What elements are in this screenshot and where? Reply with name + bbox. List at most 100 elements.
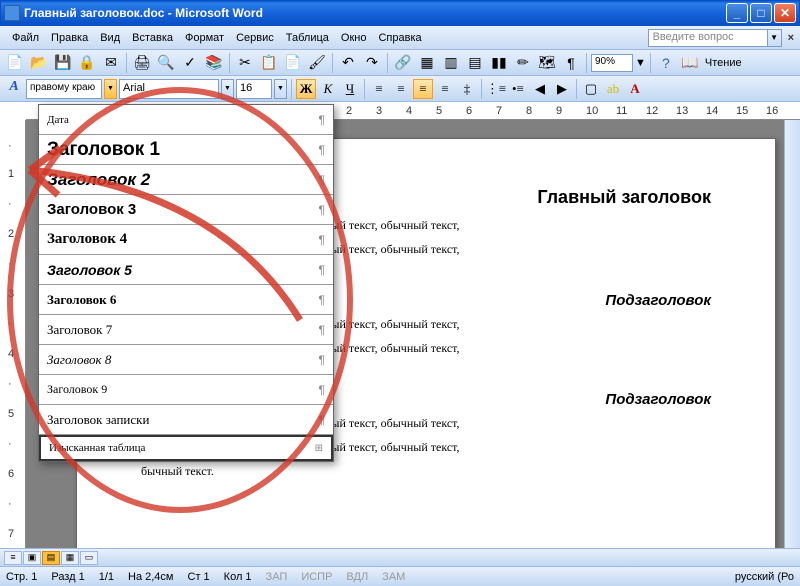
help-icon[interactable]: ? <box>655 52 677 74</box>
align-left-icon[interactable]: ≡ <box>369 79 389 99</box>
zoom-dropdown[interactable]: ▼ <box>635 57 646 69</box>
print-view-button[interactable]: ▤ <box>42 551 60 565</box>
status-track[interactable]: ИСПР <box>301 571 332 583</box>
redo-icon[interactable]: ↷ <box>361 52 383 74</box>
font-color-icon[interactable]: A <box>625 79 645 99</box>
web-view-button[interactable]: ▣ <box>23 551 41 565</box>
excel-icon[interactable]: ▤ <box>464 52 486 74</box>
columns-icon[interactable]: ▮▮ <box>488 52 510 74</box>
style-item-refined-table[interactable]: Изысканная таблица⊞ <box>39 435 333 461</box>
link-icon[interactable]: 🔗 <box>392 52 414 74</box>
align-center-icon[interactable]: ≡ <box>391 79 411 99</box>
menu-view[interactable]: Вид <box>94 29 126 47</box>
status-line: Ст 1 <box>188 571 210 583</box>
status-bar: Стр. 1 Разд 1 1/1 На 2,4см Ст 1 Кол 1 ЗА… <box>0 566 800 586</box>
status-at: На 2,4см <box>128 571 173 583</box>
open-icon[interactable]: 📂 <box>28 52 50 74</box>
permission-icon[interactable]: 🔒 <box>76 52 98 74</box>
style-selector[interactable]: правому краю <box>26 79 102 99</box>
size-selector[interactable]: 16 <box>236 79 272 99</box>
reading-icon[interactable]: 📖 <box>679 52 701 74</box>
research-icon[interactable]: 📚 <box>203 52 225 74</box>
font-dropdown[interactable]: ▼ <box>221 79 234 99</box>
vertical-ruler[interactable]: ·1 ·2 ·3 ·4 ·5 ·6 ·7 <box>0 120 26 548</box>
close-button[interactable]: ✕ <box>774 3 796 23</box>
menu-table[interactable]: Таблица <box>280 29 335 47</box>
window-title: Главный заголовок.doc - Microsoft Word <box>24 6 726 20</box>
reading-view-button[interactable]: ▭ <box>80 551 98 565</box>
menu-file[interactable]: Файл <box>6 29 45 47</box>
formatting-toolbar: A правому краю ▼ Arial ▼ 16 ▼ Ж К Ч ≡ ≡ … <box>0 76 800 102</box>
status-page: Стр. 1 <box>6 571 37 583</box>
menu-format[interactable]: Формат <box>179 29 230 47</box>
align-justify-icon[interactable]: ≡ <box>435 79 455 99</box>
style-item-heading1[interactable]: Заголовок 1¶ <box>39 135 333 165</box>
bullet-list-icon[interactable]: •≡ <box>508 79 528 99</box>
status-language[interactable]: русский (Ро <box>731 571 794 583</box>
style-item-heading5[interactable]: Заголовок 5¶ <box>39 255 333 285</box>
status-ext[interactable]: ВДЛ <box>346 571 368 583</box>
drawing-icon[interactable]: ✏ <box>512 52 534 74</box>
print-icon[interactable]: 🖨 <box>131 52 153 74</box>
maximize-button[interactable]: □ <box>750 3 772 23</box>
format-painter-icon[interactable]: 🖌 <box>306 52 328 74</box>
menu-tools[interactable]: Сервис <box>230 29 280 47</box>
italic-button[interactable]: К <box>318 79 338 99</box>
doc-paragraph[interactable]: бычный текст. <box>141 462 711 480</box>
vertical-scrollbar[interactable] <box>784 120 800 548</box>
style-item-heading2[interactable]: Заголовок 2¶ <box>39 165 333 195</box>
style-dropdown-list[interactable]: Дата¶ Заголовок 1¶ Заголовок 2¶ Заголово… <box>38 104 334 462</box>
styles-pane-icon[interactable]: A <box>4 79 24 99</box>
size-dropdown[interactable]: ▼ <box>274 79 287 99</box>
menu-edit[interactable]: Правка <box>45 29 94 47</box>
outline-view-button[interactable]: ▦ <box>61 551 79 565</box>
new-icon[interactable]: 📄 <box>4 52 26 74</box>
spell-icon[interactable]: ✓ <box>179 52 201 74</box>
style-item-heading4[interactable]: Заголовок 4¶ <box>39 225 333 255</box>
highlight-icon[interactable]: ab <box>603 79 623 99</box>
zoom-input[interactable]: 90% <box>591 54 633 72</box>
minimize-button[interactable]: _ <box>726 3 748 23</box>
outdent-icon[interactable]: ◀ <box>530 79 550 99</box>
linespacing-icon[interactable]: ‡ <box>457 79 477 99</box>
pilcrow-icon[interactable]: ¶ <box>560 52 582 74</box>
style-item-heading3[interactable]: Заголовок 3¶ <box>39 195 333 225</box>
style-dropdown[interactable]: ▼ <box>104 79 117 99</box>
underline-button[interactable]: Ч <box>340 79 360 99</box>
help-search-input[interactable]: Введите вопрос <box>648 29 768 47</box>
docmap-icon[interactable]: 🗺 <box>536 52 558 74</box>
style-item-heading8[interactable]: Заголовок 8¶ <box>39 345 333 375</box>
menu-window[interactable]: Окно <box>335 29 373 47</box>
font-selector[interactable]: Arial <box>119 79 219 99</box>
word-icon <box>4 5 20 21</box>
status-ovr[interactable]: ЗАМ <box>382 571 405 583</box>
numbered-list-icon[interactable]: ⋮≡ <box>486 79 506 99</box>
style-item-date[interactable]: Дата¶ <box>39 105 333 135</box>
style-item-heading7[interactable]: Заголовок 7¶ <box>39 315 333 345</box>
bold-button[interactable]: Ж <box>296 79 316 99</box>
undo-icon[interactable]: ↶ <box>337 52 359 74</box>
style-item-heading-note[interactable]: Заголовок записки¶ <box>39 405 333 435</box>
tables-borders-icon[interactable]: ▦ <box>416 52 438 74</box>
style-item-heading9[interactable]: Заголовок 9¶ <box>39 375 333 405</box>
align-right-icon[interactable]: ≡ <box>413 79 433 99</box>
save-icon[interactable]: 💾 <box>52 52 74 74</box>
reading-label[interactable]: Чтение <box>705 57 742 69</box>
paste-icon[interactable]: 📄 <box>282 52 304 74</box>
insert-table-icon[interactable]: ▥ <box>440 52 462 74</box>
borders-icon[interactable]: ▢ <box>581 79 601 99</box>
preview-icon[interactable]: 🔍 <box>155 52 177 74</box>
style-item-heading6[interactable]: Заголовок 6¶ <box>39 285 333 315</box>
cut-icon[interactable]: ✂ <box>234 52 256 74</box>
normal-view-button[interactable]: ≡ <box>4 551 22 565</box>
menu-help[interactable]: Справка <box>372 29 427 47</box>
mail-icon[interactable]: ✉ <box>100 52 122 74</box>
status-rec[interactable]: ЗАП <box>266 571 288 583</box>
indent-icon[interactable]: ▶ <box>552 79 572 99</box>
help-dropdown[interactable]: ▼ <box>768 29 782 47</box>
copy-icon[interactable]: 📋 <box>258 52 280 74</box>
view-buttons-bar: ≡ ▣ ▤ ▦ ▭ <box>0 548 800 566</box>
standard-toolbar: 📄 📂 💾 🔒 ✉ 🖨 🔍 ✓ 📚 ✂ 📋 📄 🖌 ↶ ↷ 🔗 ▦ ▥ ▤ ▮▮… <box>0 50 800 76</box>
doc-close-button[interactable]: × <box>788 32 794 44</box>
menu-insert[interactable]: Вставка <box>126 29 179 47</box>
